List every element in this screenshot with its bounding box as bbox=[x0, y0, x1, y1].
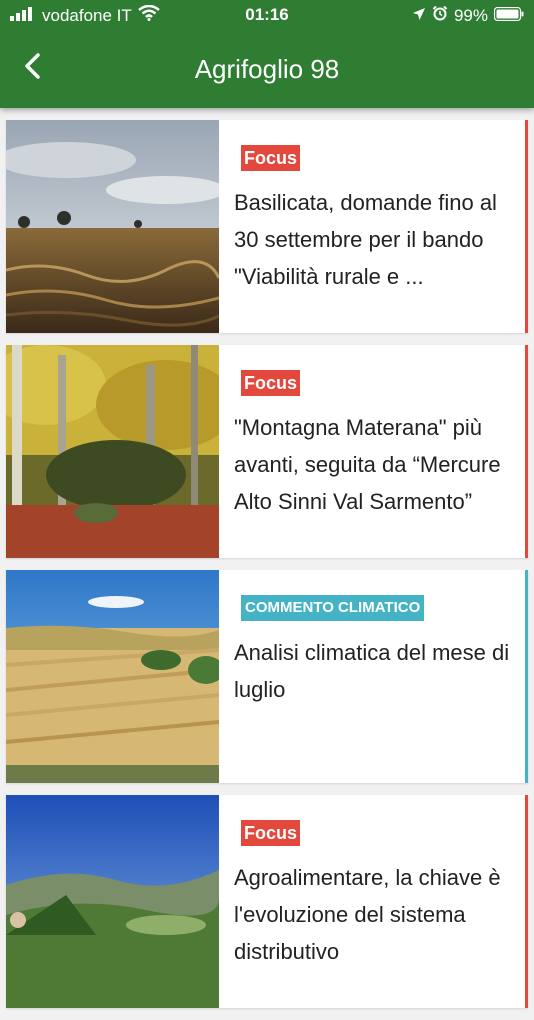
card-accent-bar bbox=[525, 120, 528, 333]
article-thumbnail bbox=[6, 120, 219, 333]
article-title: "Montagna Materana" più avanti, seguita … bbox=[234, 415, 501, 514]
article-title: Analisi climatica del mese di luglio bbox=[234, 640, 510, 702]
article-badge: COMMENTO CLIMATICO bbox=[241, 595, 425, 621]
page-title: Agrifoglio 98 bbox=[194, 54, 340, 84]
card-accent-bar bbox=[525, 795, 528, 1008]
article-thumbnail bbox=[6, 345, 219, 558]
article-title: Basilicata, domande fino al 30 settembre… bbox=[234, 190, 497, 289]
article-badge: Focus bbox=[241, 145, 301, 171]
location-arrow-icon bbox=[412, 6, 426, 26]
app-header: vodafone IT 01:16 99% Agrifoglio 98 bbox=[0, 0, 534, 108]
card-accent-bar bbox=[525, 345, 528, 558]
article-card[interactable]: Focus "Montagna Materana" più avanti, se… bbox=[6, 345, 528, 558]
card-accent-bar bbox=[525, 570, 528, 783]
battery-icon bbox=[493, 6, 524, 26]
alarm-icon bbox=[432, 5, 448, 26]
article-thumbnail bbox=[6, 795, 219, 1008]
article-thumbnail bbox=[6, 570, 219, 783]
article-badge: Focus bbox=[241, 820, 301, 846]
article-card[interactable]: Focus Basilicata, domande fino al 30 set… bbox=[6, 120, 528, 333]
status-bar: vodafone IT 01:16 99% bbox=[0, 0, 534, 32]
article-badge: Focus bbox=[241, 370, 301, 396]
nav-bar: Agrifoglio 98 bbox=[0, 32, 534, 108]
article-list: Focus Basilicata, domande fino al 30 set… bbox=[6, 120, 528, 1020]
article-title: Agroalimentare, la chiave è l'evoluzione… bbox=[234, 865, 501, 964]
battery-percent: 99% bbox=[453, 5, 488, 25]
article-card[interactable]: Focus Agroalimentare, la chiave è l'evol… bbox=[6, 795, 528, 1008]
article-card[interactable]: COMMENTO CLIMATICO Analisi climatica del… bbox=[6, 570, 528, 783]
